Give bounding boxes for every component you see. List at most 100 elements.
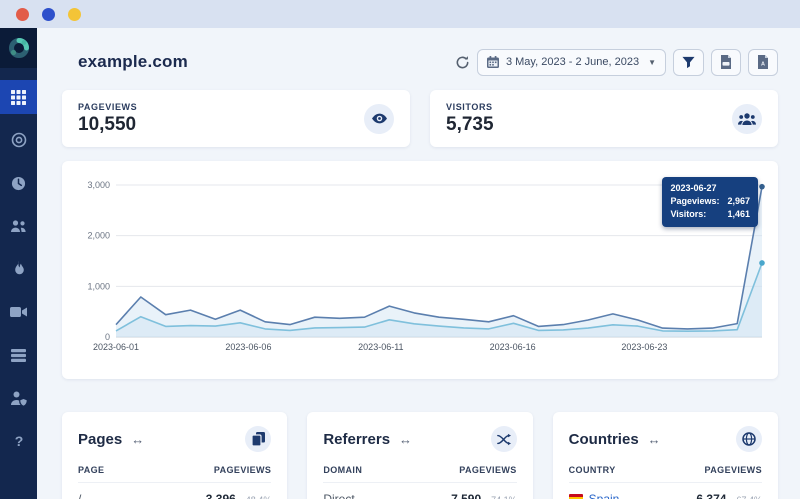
sidebar-item-logs[interactable]	[0, 338, 37, 372]
countries-panel-title: Countries	[568, 430, 639, 448]
window-dot-red[interactable]	[16, 7, 29, 21]
svg-text:2023-06-11: 2023-06-11	[358, 342, 403, 352]
globe-icon	[742, 432, 756, 446]
calendar-icon	[486, 56, 499, 68]
referrers-panel-title: Referrers	[323, 430, 391, 448]
file-pdf-icon: A	[758, 55, 768, 69]
visitors-stat-label: VISITORS	[446, 101, 493, 112]
sidebar-item-dashboard[interactable]	[0, 80, 37, 114]
server-logs-icon	[11, 348, 26, 362]
visitors-stat-card: VISITORS 5,735	[430, 90, 778, 147]
svg-text:2,000: 2,000	[87, 231, 110, 241]
site-title: example.com	[78, 52, 188, 71]
pages-panel: Pages ↔ PAGE PAGEVIEWS / 3,396 48.	[62, 412, 288, 499]
refresh-icon	[456, 55, 469, 68]
shuffle-icon	[496, 433, 511, 445]
pageviews-icon-badge	[364, 103, 394, 134]
pages-panel-button[interactable]	[245, 426, 272, 452]
svg-text:?: ?	[14, 434, 23, 449]
countries-col-country: COUNTRY	[568, 465, 616, 475]
chevron-down-icon: ▼	[648, 57, 656, 67]
window-dot-blue[interactable]	[42, 7, 55, 21]
tooltip-visitors-label: Visitors:	[670, 209, 707, 220]
pages-row-percent: 48.4%	[246, 495, 272, 499]
tooltip-visitors-value: 1,461	[727, 209, 750, 220]
pageviews-stat-card: PAGEVIEWS 10,550	[62, 90, 410, 147]
window-dot-yellow[interactable]	[68, 7, 81, 21]
referrers-row-label[interactable]: Direct	[323, 492, 354, 499]
users-icon	[11, 220, 26, 232]
logo-donut-icon	[8, 38, 29, 58]
time-clock-icon	[11, 176, 26, 190]
sidebar-item-live[interactable]	[0, 252, 37, 286]
header-controls: 3 May, 2023 - 2 June, 2023 ▼ A	[455, 48, 778, 76]
visitors-stat-value: 5,735	[446, 113, 494, 135]
eye-icon	[371, 113, 387, 124]
sidebar-item-goals[interactable]	[0, 123, 37, 157]
filter-funnel-icon	[682, 56, 695, 68]
refresh-button[interactable]	[455, 55, 470, 70]
countries-row-percent: 67.4%	[736, 495, 762, 499]
horizontal-arrows-icon[interactable]: ↔	[399, 432, 412, 447]
dashboard-grid-icon	[11, 89, 26, 105]
file-csv-icon	[721, 55, 731, 69]
svg-text:1,000: 1,000	[87, 281, 110, 291]
live-flame-icon	[15, 261, 24, 275]
user-group-icon	[738, 112, 756, 125]
horizontal-arrows-icon[interactable]: ↔	[648, 432, 661, 447]
svg-text:2023-06-01: 2023-06-01	[93, 342, 139, 352]
date-range-picker[interactable]: 3 May, 2023 - 2 June, 2023 ▼	[476, 48, 666, 76]
stats-row: PAGEVIEWS 10,550 VISITORS 5,735	[62, 90, 778, 147]
countries-row[interactable]: Spain 6,374 67.4%	[568, 492, 762, 499]
tooltip-pageviews-value: 2,967	[727, 196, 750, 207]
goals-target-icon	[11, 132, 26, 148]
countries-row-value: 6,374	[696, 492, 727, 499]
tooltip-date: 2023-06-27	[670, 183, 717, 193]
sidebar-item-help[interactable]: ?	[0, 424, 37, 458]
export-pdf-button[interactable]: A	[748, 48, 778, 76]
date-range-label: 3 May, 2023 - 2 June, 2023	[505, 56, 640, 68]
countries-panel-button[interactable]	[735, 426, 762, 452]
spain-flag-icon	[568, 494, 583, 499]
referrers-col-pageviews: PAGEVIEWS	[459, 465, 517, 475]
pages-col-pageviews: PAGEVIEWS	[213, 465, 272, 475]
svg-text:2023-06-23: 2023-06-23	[621, 342, 667, 352]
pages-col-page: PAGE	[78, 465, 105, 475]
countries-col-pageviews: PAGEVIEWS	[704, 465, 762, 475]
filter-button[interactable]	[673, 48, 704, 76]
chart-tooltip: 2023-06-27 Pageviews: 2,967 Visitors: 1,…	[662, 177, 758, 228]
export-csv-button[interactable]	[711, 48, 741, 76]
sidebar-item-users[interactable]	[0, 209, 37, 243]
page-header: example.com 3 May, 2023 - 2 June, 2023 ▼	[62, 48, 778, 76]
referrers-panel: Referrers ↔ DOMAIN PAGEVIEWS Direct 7,59…	[307, 412, 533, 499]
svg-text:2023-06-16: 2023-06-16	[490, 342, 536, 352]
visitors-icon-badge	[732, 103, 762, 134]
sidebar-item-privacy[interactable]	[0, 381, 37, 415]
help-icon: ?	[14, 434, 23, 449]
breakdown-panels-row: Pages ↔ PAGE PAGEVIEWS / 3,396 48.	[62, 412, 778, 499]
traffic-chart-card: 0 1,000 2,000 3,000 2023-06-01 2023-06-06 2023…	[62, 161, 778, 379]
main-content: example.com 3 May, 2023 - 2 June, 2023 ▼	[37, 28, 800, 499]
pages-row-label[interactable]: /	[78, 492, 81, 499]
window-titlebar	[0, 0, 800, 28]
countries-row-label[interactable]: Spain	[568, 492, 620, 499]
referrers-row-percent: 74.1%	[491, 495, 517, 499]
referrers-row-value: 7,590	[451, 492, 482, 499]
referrers-panel-button[interactable]	[490, 426, 517, 452]
country-name: Spain	[588, 492, 620, 499]
svg-text:A: A	[761, 62, 765, 68]
recordings-camera-icon	[10, 307, 27, 317]
svg-text:2023-06-06: 2023-06-06	[225, 342, 271, 352]
pages-row[interactable]: / 3,396 48.4%	[78, 492, 271, 499]
app-logo[interactable]	[0, 28, 37, 68]
horizontal-arrows-icon[interactable]: ↔	[131, 432, 144, 447]
pageviews-stat-value: 10,550	[78, 113, 137, 135]
pages-row-value: 3,396	[205, 492, 236, 499]
sidebar-item-recordings[interactable]	[0, 295, 37, 329]
referrers-col-domain: DOMAIN	[323, 465, 363, 475]
sidebar-item-history[interactable]	[0, 166, 37, 200]
svg-text:0: 0	[105, 332, 110, 342]
tooltip-pageviews-label: Pageviews:	[670, 196, 720, 207]
svg-text:3,000: 3,000	[87, 180, 110, 190]
referrers-row[interactable]: Direct 7,590 74.1%	[323, 492, 516, 499]
